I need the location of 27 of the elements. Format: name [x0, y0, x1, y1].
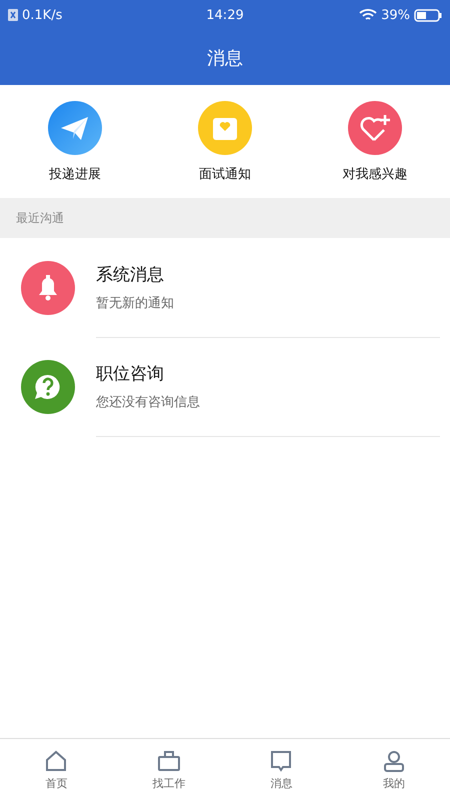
- nav-tab[interactable]: 消息: [225, 739, 338, 800]
- battery-percent: 39%: [381, 8, 410, 22]
- message-title[interactable]: 职位咨询: [96, 362, 440, 384]
- section-title: 最近沟通: [16, 210, 64, 226]
- bell-icon: [21, 260, 75, 314]
- clock: 14:29: [206, 8, 244, 22]
- user-icon: [382, 748, 406, 772]
- paper-plane-icon: [48, 101, 102, 155]
- nav-tab[interactable]: 我的: [338, 739, 450, 800]
- message-preview: 您还没有咨询信息: [96, 394, 201, 410]
- battery-icon: [414, 8, 442, 22]
- network-speed: 0.1K/s: [22, 8, 62, 22]
- shortcut-button[interactable]: 面试通知: [150, 85, 300, 198]
- home-icon: [44, 748, 68, 772]
- sim-icon: [8, 9, 18, 21]
- heart-plus-icon: [348, 101, 402, 155]
- message-title[interactable]: 系统消息: [96, 262, 440, 286]
- page-title: 消息: [207, 46, 243, 70]
- chat-icon: [269, 748, 294, 772]
- wifi-icon: [359, 8, 378, 22]
- shortcut-button[interactable]: 对我感兴趣: [300, 85, 450, 198]
- briefcase-icon: [156, 748, 181, 772]
- shortcut-button[interactable]: 投递进展: [0, 85, 150, 198]
- nav-tab[interactable]: 找工作: [112, 739, 225, 800]
- nav-tab[interactable]: 首页: [0, 739, 112, 800]
- question-bubble-icon: [21, 360, 75, 414]
- message-preview: 暂无新的通知: [96, 294, 175, 312]
